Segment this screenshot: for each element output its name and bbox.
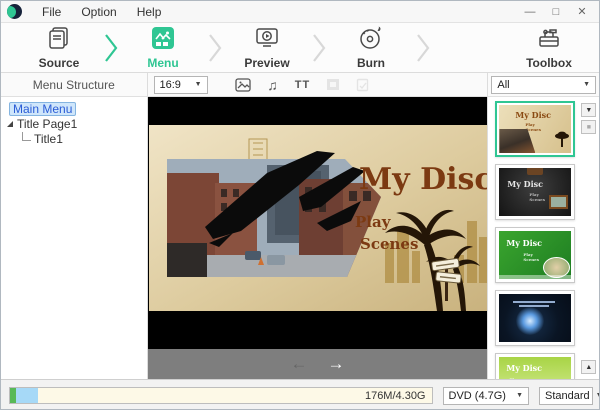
framed-photo-icon	[549, 195, 568, 209]
background-music-icon[interactable]: ♫	[264, 77, 282, 93]
step-burn-label: Burn	[357, 56, 385, 70]
hanging-sign-icon	[527, 168, 543, 175]
chevron-down-icon: ▼	[583, 81, 590, 88]
panel-headers: Menu Structure 16:9 ▼ ♫ TT	[1, 73, 599, 97]
menu-preview-area: My Disc Play Scenes	[148, 97, 488, 379]
panel-collapse-button[interactable]: ▼	[581, 103, 596, 117]
minimize-icon[interactable]: —	[519, 4, 541, 20]
menu-structure-tree: Main Menu Title Page1 Title1	[1, 102, 147, 146]
chevron-down-icon: ▼	[516, 392, 523, 399]
quality-select[interactable]: Standard ▼	[539, 387, 593, 405]
frame-icon	[324, 77, 342, 93]
app-window: File Option Help — □ ✕ Source	[0, 0, 600, 410]
scroll-top-button[interactable]: ▲	[581, 360, 596, 374]
steps-toolbar: Source Menu	[1, 23, 599, 73]
toolbox-label: Toolbox	[526, 56, 572, 70]
app-logo-icon	[7, 4, 22, 19]
window-controls: — □ ✕	[519, 4, 599, 20]
step-menu-label: Menu	[147, 56, 178, 70]
thumbnail-title: My Disc	[515, 110, 551, 120]
disc-capacity-bar: 176M/4.30G	[9, 387, 433, 404]
menu-file[interactable]: File	[32, 1, 71, 23]
capacity-segment-video	[16, 388, 38, 403]
disc-type-value: DVD (4.7G)	[449, 390, 506, 402]
template-filter-value: All	[497, 79, 509, 91]
step-chevron-icon	[207, 33, 223, 63]
step-menu[interactable]: Menu	[123, 25, 203, 70]
dvd-menu-preview[interactable]: My Disc Play Scenes	[149, 125, 488, 311]
thumbnail-subtitle: Play Scenes	[529, 192, 545, 202]
thumbnail-title: My Disc	[506, 363, 542, 373]
source-documents-icon	[46, 25, 72, 54]
chevron-down-icon: ▼	[195, 81, 202, 88]
next-page-arrow-icon[interactable]: →	[327, 349, 344, 379]
thumbnail-title: My Disc	[507, 179, 543, 189]
step-chevron-icon	[311, 33, 327, 63]
palm-icon	[553, 129, 569, 147]
template-thumbnail-blue-disc[interactable]	[495, 290, 575, 346]
close-icon[interactable]: ✕	[571, 4, 593, 20]
chevron-down-icon: ▼	[596, 392, 600, 399]
step-preview-label: Preview	[244, 56, 289, 70]
quality-value: Standard	[545, 390, 590, 402]
tree-item-label: Title1	[34, 132, 63, 146]
thumbnail-photo	[499, 129, 535, 153]
step-preview[interactable]: Preview	[227, 25, 307, 70]
text-line	[513, 301, 555, 303]
aspect-ratio-select[interactable]: 16:9 ▼	[154, 76, 208, 94]
menu-template-icon	[150, 25, 176, 54]
capacity-text: 176M/4.30G	[365, 390, 426, 402]
template-thumbnail-travel[interactable]: My Disc Play Scenes	[495, 101, 575, 157]
disc-type-select[interactable]: DVD (4.7G) ▼	[443, 387, 530, 405]
menu-help[interactable]: Help	[127, 1, 172, 23]
template-panel: My Disc Play Scenes My Disc Play Scenes	[487, 97, 599, 379]
tree-item-title-page[interactable]: Title Page1	[1, 117, 147, 131]
glowing-disc-icon	[516, 307, 544, 335]
maximize-icon[interactable]: □	[545, 4, 567, 20]
template-thumbnail-chalkboard[interactable]: My Disc Play Scenes	[495, 164, 575, 220]
menu-title-text[interactable]: My Disc	[359, 162, 488, 197]
play-button[interactable]: Play	[355, 213, 392, 231]
tree-item-label: Main Menu	[9, 102, 76, 116]
burn-disc-icon	[358, 25, 384, 54]
thumbnail-title: My Disc	[506, 238, 542, 248]
text-tool-icon[interactable]: TT	[294, 77, 312, 93]
step-burn[interactable]: Burn	[331, 25, 411, 70]
template-filter-select[interactable]: All ▼	[491, 76, 596, 94]
thumbnail-subtitle: Play Scenes	[509, 377, 525, 379]
preview-toolbar: 16:9 ▼ ♫ TT	[148, 73, 488, 96]
menu-option[interactable]: Option	[71, 1, 126, 23]
menu-structure-panel: Main Menu Title Page1 Title1	[1, 97, 148, 379]
tree-expander-icon[interactable]	[7, 121, 13, 127]
status-bar: 176M/4.30G DVD (4.7G) ▼ Standard ▼	[1, 379, 599, 410]
template-filter-bar: All ▼	[487, 73, 599, 96]
step-source-label: Source	[39, 56, 80, 70]
step-source[interactable]: Source	[19, 25, 99, 70]
step-chevron-icon	[103, 33, 119, 63]
template-thumbnail-fresh-green[interactable]: My Disc Play Scenes	[495, 353, 575, 379]
menu-structure-header: Menu Structure	[1, 73, 148, 96]
template-list: My Disc Play Scenes My Disc Play Scenes	[495, 101, 575, 379]
apply-template-icon	[354, 77, 372, 93]
background-image-icon[interactable]	[234, 77, 252, 93]
tree-item-title1[interactable]: Title1	[1, 132, 147, 146]
step-chevron-icon	[415, 33, 431, 63]
main-content: Main Menu Title Page1 Title1	[1, 97, 599, 379]
template-thumbnail-grass[interactable]: My Disc Play Scenes	[495, 227, 575, 283]
tree-item-main-menu[interactable]: Main Menu	[1, 102, 147, 116]
previous-page-arrow-icon: ←	[290, 349, 307, 379]
scenes-button[interactable]: Scenes	[360, 235, 418, 253]
text-line	[519, 305, 549, 307]
toolbox-button[interactable]: Toolbox	[517, 25, 581, 70]
toolbox-icon	[536, 25, 562, 54]
menu-bar: File Option Help — □ ✕	[1, 1, 599, 23]
tree-item-label: Title Page1	[17, 117, 77, 131]
thumbnail-subtitle: Play Scenes	[523, 252, 539, 262]
bottom-band	[499, 275, 571, 279]
panel-option-button[interactable]: ■	[581, 120, 596, 134]
tree-connector-line	[22, 132, 31, 141]
aspect-ratio-value: 16:9	[160, 79, 181, 91]
preview-page-navigation: ← →	[148, 349, 488, 379]
preview-monitor-icon	[254, 25, 280, 54]
